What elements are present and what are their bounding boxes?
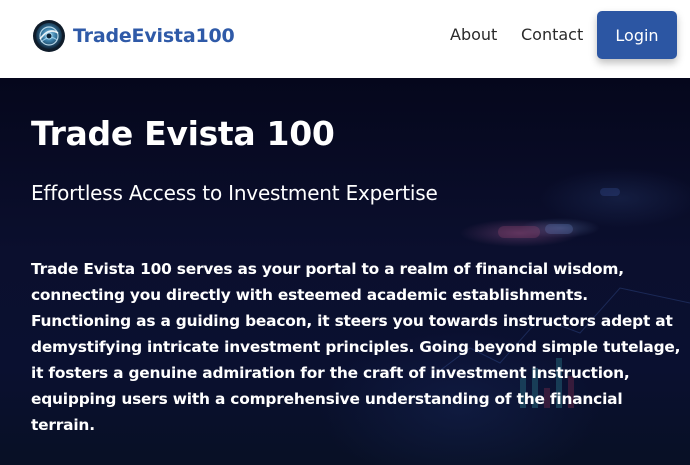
hero-section: Trade Evista 100 Effortless Access to In… <box>0 78 690 465</box>
hero-description: Trade Evista 100 serves as your portal t… <box>31 260 681 434</box>
brand-link[interactable]: TradeEvista100 <box>32 18 235 54</box>
site-header: TradeEvista100 About Contact Login <box>0 0 690 78</box>
nav-contact-link[interactable]: Contact <box>521 25 583 44</box>
hero-title: Trade Evista 100 <box>31 114 335 153</box>
brand-logo-icon <box>33 20 65 52</box>
login-button[interactable]: Login <box>597 11 677 59</box>
hero-subtitle: Effortless Access to Investment Expertis… <box>31 181 438 205</box>
brand-name: TradeEvista100 <box>73 25 235 47</box>
nav-about-link[interactable]: About <box>450 25 497 44</box>
